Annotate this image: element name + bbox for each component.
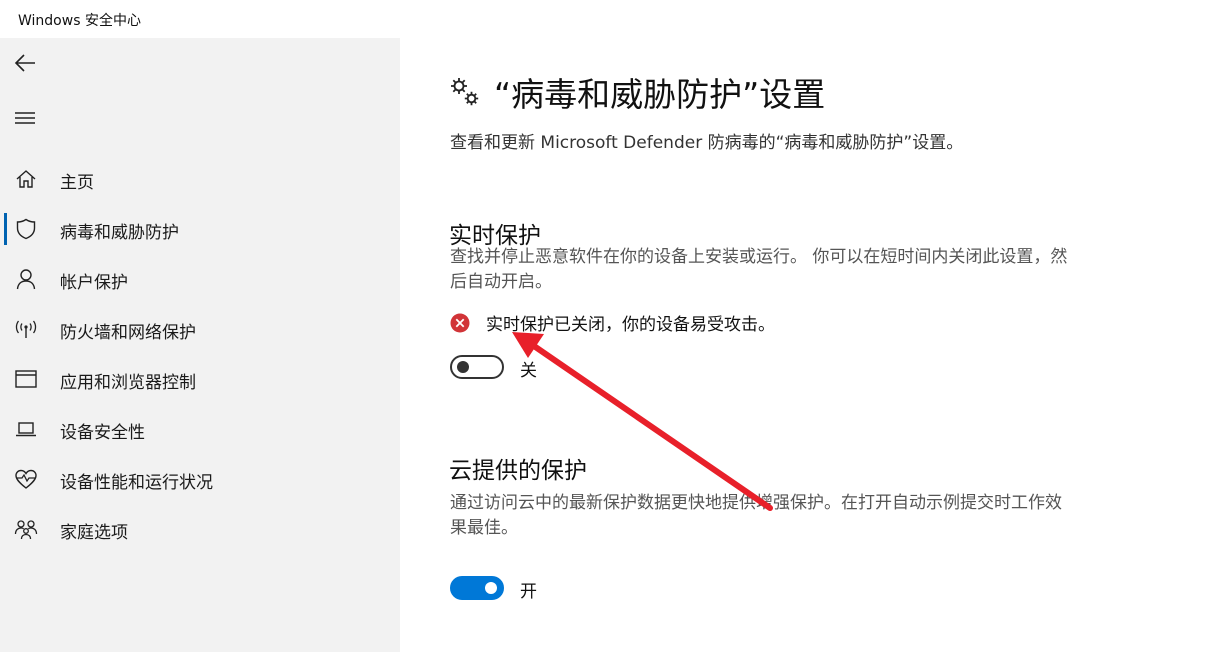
wifi-antenna-icon [14, 318, 38, 340]
app-window-icon [14, 368, 38, 390]
sidebar-item-label: 应用和浏览器控制 [60, 373, 196, 393]
realtime-toggle-state: 关 [520, 361, 537, 381]
sidebar-item-label: 家庭选项 [60, 523, 128, 543]
family-icon [14, 518, 38, 540]
gears-icon [451, 78, 479, 106]
sidebar-item-family-options[interactable]: 家庭选项 [0, 509, 400, 549]
shield-icon [14, 218, 38, 240]
sidebar: 主页 病毒和威胁防护 帐户保护 防火墙和网络保护 应用和浏览器控制 设备安全性 … [0, 38, 400, 652]
sidebar-item-firewall[interactable]: 防火墙和网络保护 [0, 309, 400, 349]
toggle-knob [457, 361, 469, 373]
cloud-protection-description: 通过访问云中的最新保护数据更快地提供增强保护。在打开自动示例提交时工作效果最佳。 [450, 493, 1062, 538]
realtime-protection-description: 查找并停止恶意软件在你的设备上安装或运行。 你可以在短时间内关闭此设置，然后自动… [450, 247, 1068, 292]
sidebar-item-label: 病毒和威胁防护 [60, 223, 179, 243]
back-arrow-icon [14, 54, 35, 72]
main-content: “病毒和威胁防护”设置 查看和更新 Microsoft Defender 防病毒… [400, 38, 1217, 652]
page-title: “病毒和威胁防护”设置 [494, 75, 826, 114]
person-icon [14, 268, 38, 290]
laptop-icon [14, 418, 38, 440]
sidebar-item-device-health[interactable]: 设备性能和运行状况 [0, 459, 400, 499]
sidebar-item-label: 帐户保护 [60, 273, 128, 293]
sidebar-item-device-security[interactable]: 设备安全性 [0, 409, 400, 449]
page-description: 查看和更新 Microsoft Defender 防病毒的“病毒和威胁防护”设置… [450, 133, 964, 153]
sidebar-item-label: 主页 [60, 173, 94, 193]
toggle-knob [485, 582, 497, 594]
cloud-protection-toggle[interactable] [450, 576, 504, 600]
warning-text: 实时保护已关闭，你的设备易受攻击。 [486, 315, 775, 335]
window-title: Windows 安全中心 [18, 13, 141, 29]
sidebar-item-label: 设备性能和运行状况 [60, 473, 213, 493]
cloud-protection-title: 云提供的保护 [449, 458, 587, 484]
sidebar-item-label: 设备安全性 [60, 423, 145, 443]
page-header: “病毒和威胁防护”设置 [448, 70, 825, 114]
sidebar-item-label: 防火墙和网络保护 [60, 323, 196, 343]
active-indicator [4, 213, 7, 245]
windows-security-window: Windows 安全中心 主页 病毒和威胁防护 帐户保护 防火墙和网络保护 应用… [0, 0, 1217, 652]
realtime-protection-toggle[interactable] [450, 355, 504, 379]
heart-pulse-icon [14, 468, 38, 490]
title-bar: Windows 安全中心 [0, 0, 1217, 38]
sidebar-item-home[interactable]: 主页 [0, 159, 400, 199]
home-icon [14, 168, 38, 190]
sidebar-item-account-protection[interactable]: 帐户保护 [0, 259, 400, 299]
menu-button[interactable] [8, 101, 42, 135]
sidebar-item-app-browser-control[interactable]: 应用和浏览器控制 [0, 359, 400, 399]
back-button[interactable] [8, 46, 42, 80]
realtime-warning: 实时保护已关闭，你的设备易受攻击。 [450, 310, 775, 335]
error-circle-icon [450, 313, 470, 332]
hamburger-menu-icon [15, 112, 35, 124]
cloud-toggle-state: 开 [520, 582, 537, 602]
sidebar-item-virus-protection[interactable]: 病毒和威胁防护 [0, 209, 400, 249]
